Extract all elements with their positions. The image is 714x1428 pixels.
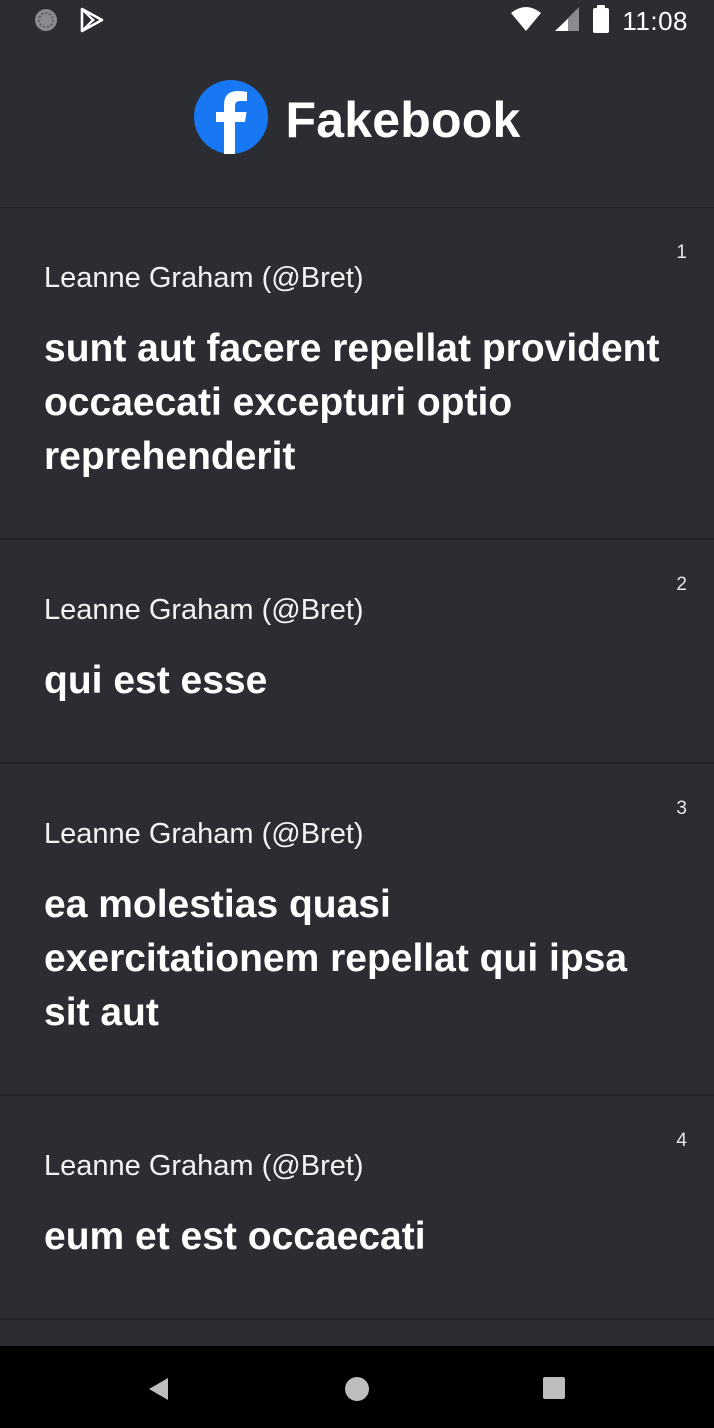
fakebook-logo-icon [193, 80, 268, 159]
status-clock: 11:08 [622, 6, 688, 36]
app-header: Fakebook [0, 42, 714, 208]
post-card[interactable]: 2 Leanne Graham (@Bret) qui est esse [0, 540, 714, 764]
post-number: 2 [676, 574, 687, 595]
post-card[interactable]: 3 Leanne Graham (@Bret) ea molestias qua… [0, 764, 714, 1096]
play-store-icon [79, 7, 105, 38]
brand: Fakebook [193, 80, 521, 159]
post-title: ea molestias quasi exercitationem repell… [44, 883, 628, 1034]
signal-icon [554, 5, 580, 38]
post-title: qui est esse [44, 659, 268, 702]
post-card[interactable]: 4 Leanne Graham (@Bret) eum et est occae… [0, 1096, 714, 1320]
status-left-icons [33, 7, 105, 38]
status-right-icons: 11:08 [510, 4, 688, 39]
post-title: eum et est occaecati [44, 1215, 426, 1258]
sync-icon [33, 7, 59, 38]
home-icon[interactable] [344, 1376, 370, 1407]
post-number: 4 [676, 1130, 687, 1151]
post-author: Leanne Graham (@Bret) [44, 818, 364, 850]
wifi-icon [510, 5, 542, 38]
status-bar: 11:08 [0, 0, 714, 42]
post-author: Leanne Graham (@Bret) [44, 262, 364, 294]
battery-icon [592, 4, 610, 39]
post-feed[interactable]: 1 Leanne Graham (@Bret) sunt aut facere … [0, 208, 714, 1346]
post-author: Leanne Graham (@Bret) [44, 1150, 364, 1182]
post-number: 3 [676, 798, 687, 819]
system-nav-bar [0, 1346, 714, 1428]
post-card[interactable]: 1 Leanne Graham (@Bret) sunt aut facere … [0, 208, 714, 540]
post-author: Leanne Graham (@Bret) [44, 594, 364, 626]
post-card[interactable]: 5 [0, 1320, 714, 1346]
post-number: 1 [676, 242, 687, 263]
app-title: Fakebook [285, 91, 521, 148]
recents-icon[interactable] [542, 1376, 566, 1405]
post-title: sunt aut facere repellat provident occae… [44, 327, 660, 478]
back-icon[interactable] [146, 1376, 172, 1407]
